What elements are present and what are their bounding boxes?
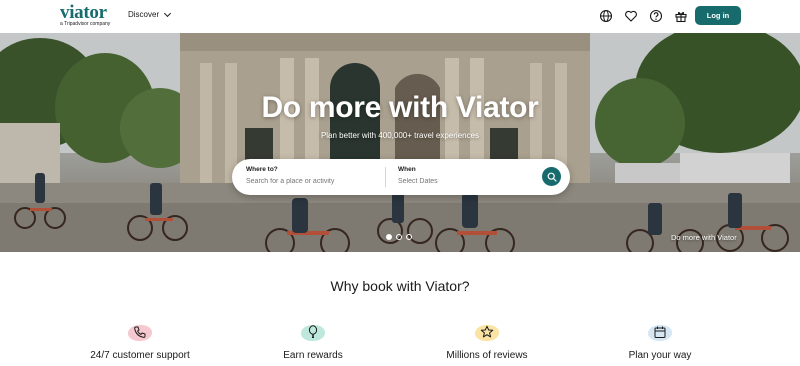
feature-icon-wrap	[301, 322, 325, 344]
carousel-dot-1[interactable]	[386, 234, 392, 240]
when-field[interactable]: When	[398, 166, 528, 185]
heart-icon[interactable]	[624, 9, 638, 23]
login-button[interactable]: Log in	[695, 6, 741, 25]
feature-icon-wrap	[475, 322, 499, 344]
feature-customer-support: 24/7 customer support	[60, 322, 220, 361]
feature-reviews: Millions of reviews	[407, 322, 567, 361]
feature-label: Plan your way	[628, 350, 692, 361]
star-icon	[480, 325, 494, 338]
logo-wordmark: viator	[60, 2, 107, 23]
chevron-down-icon	[164, 9, 172, 17]
hero-background-image	[0, 33, 800, 252]
feature-plan-your-way: Plan your way	[580, 322, 740, 361]
search-icon	[547, 172, 557, 182]
feature-label: Earn rewards	[283, 350, 343, 361]
feature-earn-rewards: Earn rewards	[233, 322, 393, 361]
carousel-dots	[386, 234, 412, 240]
why-book-title: Why book with Viator?	[330, 278, 470, 294]
discover-label: Discover	[128, 10, 160, 19]
feature-label: 24/7 customer support	[90, 350, 190, 361]
hero-title: Do more with Viator	[261, 91, 539, 124]
calendar-icon	[654, 326, 666, 338]
gift-icon[interactable]	[674, 9, 688, 23]
globe-icon[interactable]	[599, 9, 613, 23]
search-divider	[385, 167, 386, 187]
top-header: viator a Tripadvisor company Discover Lo…	[0, 0, 800, 33]
feature-label: Millions of reviews	[446, 350, 528, 361]
feature-icon-wrap	[128, 322, 152, 344]
where-input[interactable]	[246, 178, 376, 185]
search-button[interactable]	[542, 167, 561, 186]
when-input[interactable]	[398, 178, 528, 185]
carousel-dot-3[interactable]	[406, 234, 412, 240]
carousel-dot-2[interactable]	[396, 234, 402, 240]
feature-icon-wrap	[648, 322, 672, 344]
when-label: When	[398, 166, 416, 173]
phone-icon	[134, 326, 146, 338]
hero-caption: Do more with Viator	[671, 233, 737, 242]
help-icon[interactable]	[649, 9, 663, 23]
hero-banner: Do more with Viator Plan better with 400…	[0, 33, 800, 252]
logo-tagline: a Tripadvisor company	[60, 21, 111, 27]
where-label: Where to?	[246, 166, 278, 173]
hero-subtitle: Plan better with 400,000+ travel experie…	[320, 131, 480, 140]
viator-logo[interactable]: viator a Tripadvisor company	[60, 2, 116, 28]
discover-menu[interactable]: Discover	[128, 9, 172, 19]
where-field[interactable]: Where to?	[246, 166, 376, 185]
search-bar: Where to? When	[232, 159, 570, 195]
balloon-icon	[308, 325, 318, 338]
